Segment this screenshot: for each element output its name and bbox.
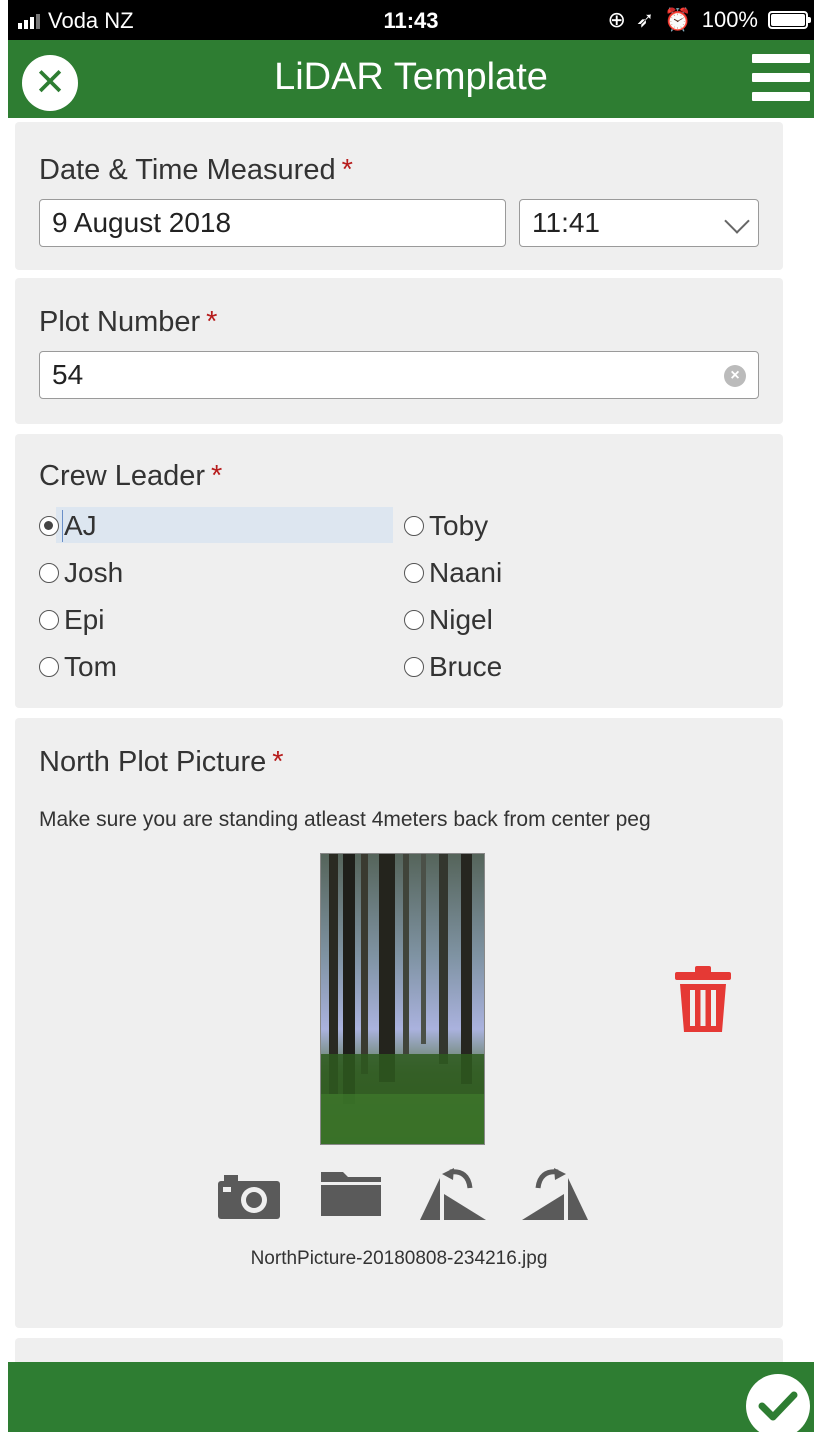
radio-option-toby[interactable]: Toby [404, 508, 488, 544]
radio-option-tom[interactable]: Tom [39, 649, 117, 685]
radio-label: Naani [429, 557, 503, 588]
radio-button[interactable] [39, 610, 59, 630]
plot-number-value: 54 [52, 359, 84, 390]
radio-label: Epi [64, 604, 105, 635]
north-picture-label: North Plot Picture * [39, 746, 284, 779]
status-right: ⊕ ➶ ⏰ 100% [607, 7, 811, 33]
status-bar: Voda NZ 11:43 ⊕ ➶ ⏰ 100% [8, 0, 814, 40]
radio-option-nigel[interactable]: Nigel [404, 602, 493, 638]
radio-option-epi[interactable]: Epi [39, 602, 104, 638]
radio-button-checked[interactable] [39, 516, 59, 536]
date-time-label-text: Date & Time Measured [39, 154, 336, 186]
crew-leader-label-text: Crew Leader [39, 460, 206, 492]
radio-button[interactable] [39, 563, 59, 583]
page-title: LiDAR Template [274, 56, 548, 98]
radio-option-aj[interactable]: AJ [39, 508, 97, 544]
radio-label: Toby [429, 510, 489, 541]
plot-number-field[interactable]: 54 × [39, 351, 759, 399]
date-time-card: Date & Time Measured * 9 August 2018 11:4… [15, 122, 783, 270]
crew-leader-label: Crew Leader * [39, 460, 222, 493]
plot-number-label: Plot Number * [39, 306, 217, 339]
menu-icon[interactable] [752, 54, 810, 102]
folder-icon[interactable] [321, 1168, 381, 1216]
alarm-icon: ⏰ [664, 7, 692, 32]
radio-button[interactable] [39, 657, 59, 677]
north-picture-label-text: North Plot Picture [39, 746, 267, 778]
radio-option-josh[interactable]: Josh [39, 555, 123, 591]
required-mark: * [341, 154, 353, 186]
rotate-left-icon[interactable] [420, 1168, 486, 1220]
phone-screen: Voda NZ 11:43 ⊕ ➶ ⏰ 100% ✕ LiDAR Templat… [8, 0, 814, 1432]
north-plot-photo[interactable] [320, 853, 485, 1145]
radio-label: Josh [64, 557, 124, 588]
required-mark: * [206, 306, 218, 338]
radio-button[interactable] [404, 610, 424, 630]
form-content[interactable]: Date & Time Measured * 9 August 2018 11:4… [8, 118, 814, 1378]
crew-leader-card: Crew Leader * [15, 434, 783, 708]
photo-filename: NorthPicture-20180808-234216.jpg [250, 1248, 548, 1269]
text-caret [62, 510, 63, 542]
north-picture-hint: Make sure you are standing atleast 4mete… [39, 808, 651, 831]
required-mark: * [211, 460, 223, 492]
forest-image [321, 854, 484, 1144]
plot-number-card: Plot Number * 54 × [15, 278, 783, 424]
selected-option-highlight [56, 507, 393, 543]
radio-label: Tom [64, 651, 117, 682]
trash-icon[interactable] [675, 966, 731, 1034]
time-value: 11:41 [532, 207, 600, 238]
checkmark-icon [758, 1391, 798, 1421]
plot-number-label-text: Plot Number [39, 306, 201, 338]
date-time-label: Date & Time Measured * [39, 154, 353, 187]
location-icon: ➶ [635, 7, 655, 32]
radio-option-naani[interactable]: Naani [404, 555, 502, 591]
required-mark: * [272, 746, 284, 778]
radio-button[interactable] [404, 563, 424, 583]
time-select[interactable]: 11:41 [519, 199, 759, 247]
radio-button[interactable] [404, 516, 424, 536]
rotation-lock-icon: ⊕ [607, 7, 626, 32]
chevron-down-icon [724, 208, 750, 234]
battery-icon [768, 11, 811, 29]
app-footer [8, 1362, 814, 1432]
submit-button[interactable] [746, 1374, 810, 1432]
radio-label: AJ [64, 510, 97, 541]
battery-percent: 100% [701, 7, 758, 32]
date-value: 9 August 2018 [52, 207, 232, 238]
north-picture-card: North Plot Picture * Make sure you are st… [15, 718, 783, 1328]
clear-icon[interactable]: × [724, 365, 746, 387]
radio-option-bruce[interactable]: Bruce [404, 649, 502, 685]
radio-label: Bruce [429, 651, 503, 682]
radio-button[interactable] [404, 657, 424, 677]
rotate-right-icon[interactable] [522, 1168, 588, 1220]
camera-icon[interactable] [218, 1173, 280, 1219]
date-field[interactable]: 9 August 2018 [39, 199, 506, 247]
app-header: ✕ LiDAR Template [8, 40, 814, 118]
radio-label: Nigel [429, 604, 493, 635]
